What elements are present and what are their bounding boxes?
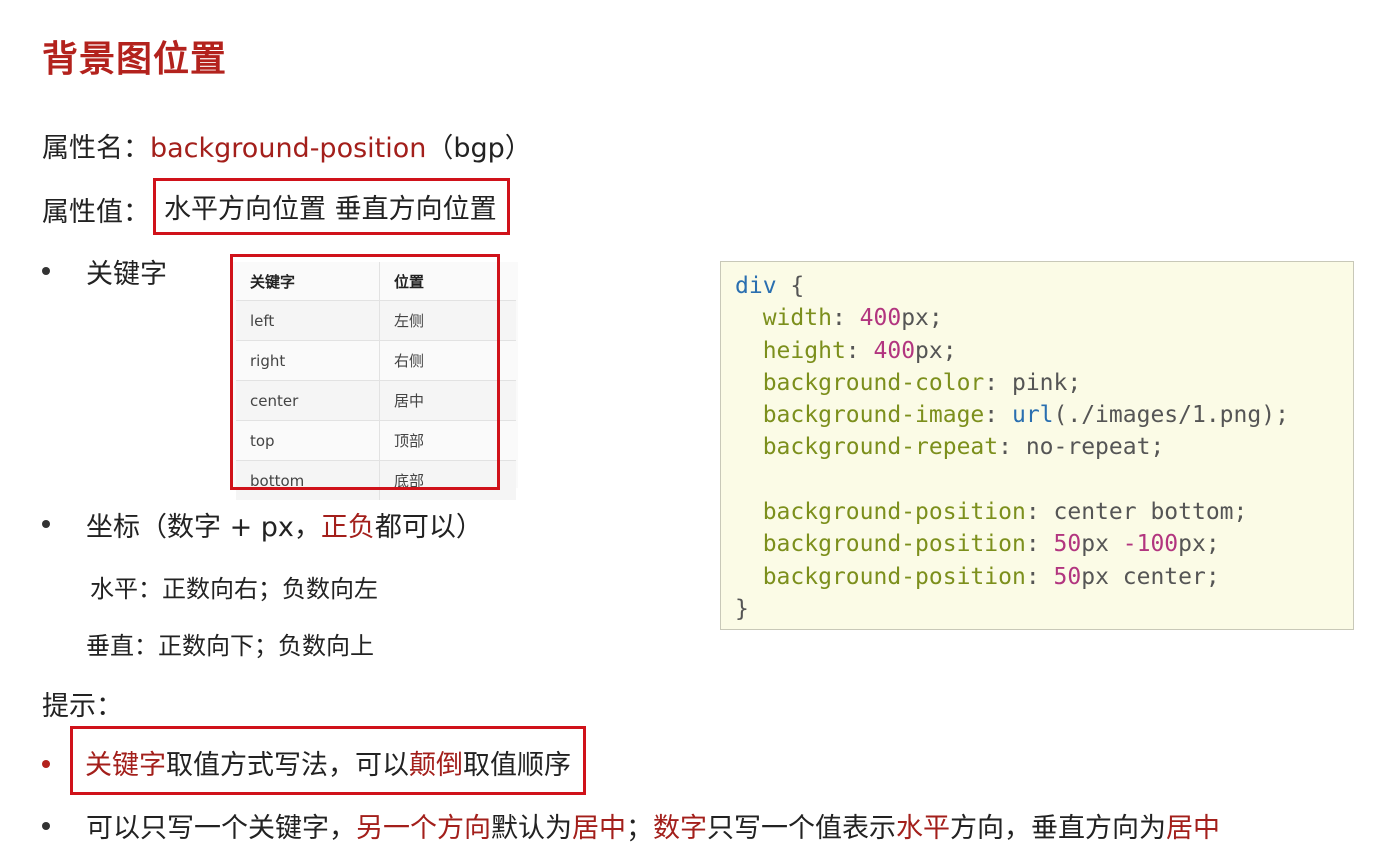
- tip2-horizontal: 水平: [896, 813, 950, 844]
- keyword-heading: 关键字: [86, 259, 167, 290]
- code-prop: width: [762, 305, 832, 332]
- tip2-line: 可以只写一个关键字，另一个方向默认为居中；数字只写一个值表示水平方向，垂直方向为…: [86, 806, 1220, 845]
- tip2-other-direction: 另一个方向: [356, 813, 491, 844]
- prop-name-abbr: （bgp）: [426, 133, 532, 164]
- bullet-dot: [42, 267, 50, 275]
- code-prop: background-color: [762, 369, 985, 396]
- prop-value-label: 属性值：: [42, 197, 150, 228]
- page-title: 背景图位置: [42, 39, 228, 80]
- code-val: (./images/1.png);: [1053, 402, 1289, 429]
- coord-prefix: 坐标（数字 + px，: [86, 512, 321, 543]
- bullet-dot: [42, 822, 50, 830]
- keyword-table-highlight-box: [230, 254, 500, 490]
- code-val: center bottom;: [1053, 499, 1248, 526]
- code-num: 50: [1053, 563, 1082, 590]
- tip2-number: 数字: [653, 813, 707, 844]
- code-prop: background-image: [762, 402, 985, 429]
- coord-horizontal: 水平：正数向右；负数向左: [90, 575, 378, 603]
- code-close-brace: }: [735, 595, 749, 622]
- code-prop: background-position: [762, 531, 1026, 558]
- tip2-part-i: 方向，垂直方向为: [950, 813, 1166, 844]
- code-selector: div: [735, 273, 777, 299]
- prop-value-text: 水平方向位置 垂直方向位置: [164, 194, 497, 225]
- bullet-dot: [42, 520, 50, 528]
- code-prop: height: [762, 337, 846, 364]
- code-num: 50: [1053, 531, 1082, 558]
- code-num: -100: [1122, 531, 1179, 558]
- coord-highlight: 正负: [320, 512, 375, 543]
- tip2-sep: ；: [626, 813, 653, 844]
- tip2-center2: 居中: [1166, 813, 1220, 844]
- code-val: pink;: [1011, 369, 1082, 396]
- tip2-center: 居中: [572, 813, 626, 844]
- code-unit: px;: [901, 305, 943, 332]
- tip2-part-c: 默认为: [491, 813, 572, 844]
- code-prop: background-repeat: [762, 434, 999, 461]
- tip1-end: 取值顺序: [463, 750, 571, 781]
- tip2-part-a: 可以只写一个关键字，: [86, 813, 356, 844]
- tip1-box: 关键字取值方式写法，可以颠倒取值顺序: [70, 726, 586, 795]
- code-open-brace: {: [776, 273, 805, 299]
- tip1-text: 取值方式写法，可以: [166, 750, 409, 781]
- code-unit: px center;: [1081, 563, 1220, 590]
- prop-name-line: 属性名：background-position（bgp）: [42, 126, 532, 165]
- prop-name-label: 属性名：: [42, 133, 150, 164]
- prop-name-value: background-position: [150, 133, 427, 164]
- bullet-dot: [42, 760, 50, 768]
- code-num: 400: [873, 337, 916, 364]
- prop-value-box: 水平方向位置 垂直方向位置: [153, 178, 510, 235]
- tip2-part-g: 只写一个值表示: [707, 813, 896, 844]
- tip1-reverse: 颠倒: [409, 750, 463, 781]
- code-unit: px: [1081, 531, 1123, 558]
- code-num: 400: [859, 305, 902, 332]
- coord-line: 坐标（数字 + px，正负都可以）: [86, 505, 483, 544]
- code-fn: url: [1011, 402, 1054, 429]
- code-unit: px;: [915, 337, 957, 364]
- coord-suffix: 都可以）: [374, 512, 483, 543]
- code-prop: background-position: [762, 563, 1026, 590]
- tip1-keyword: 关键字: [85, 750, 166, 781]
- coord-vertical: 垂直：正数向下；负数向上: [86, 632, 374, 660]
- code-unit: px;: [1178, 531, 1220, 558]
- tips-label: 提示：: [42, 691, 123, 722]
- code-prop: background-position: [762, 499, 1026, 526]
- code-block: div { width: 400px; height: 400px; backg…: [720, 261, 1354, 630]
- code-val: no-repeat;: [1025, 434, 1165, 461]
